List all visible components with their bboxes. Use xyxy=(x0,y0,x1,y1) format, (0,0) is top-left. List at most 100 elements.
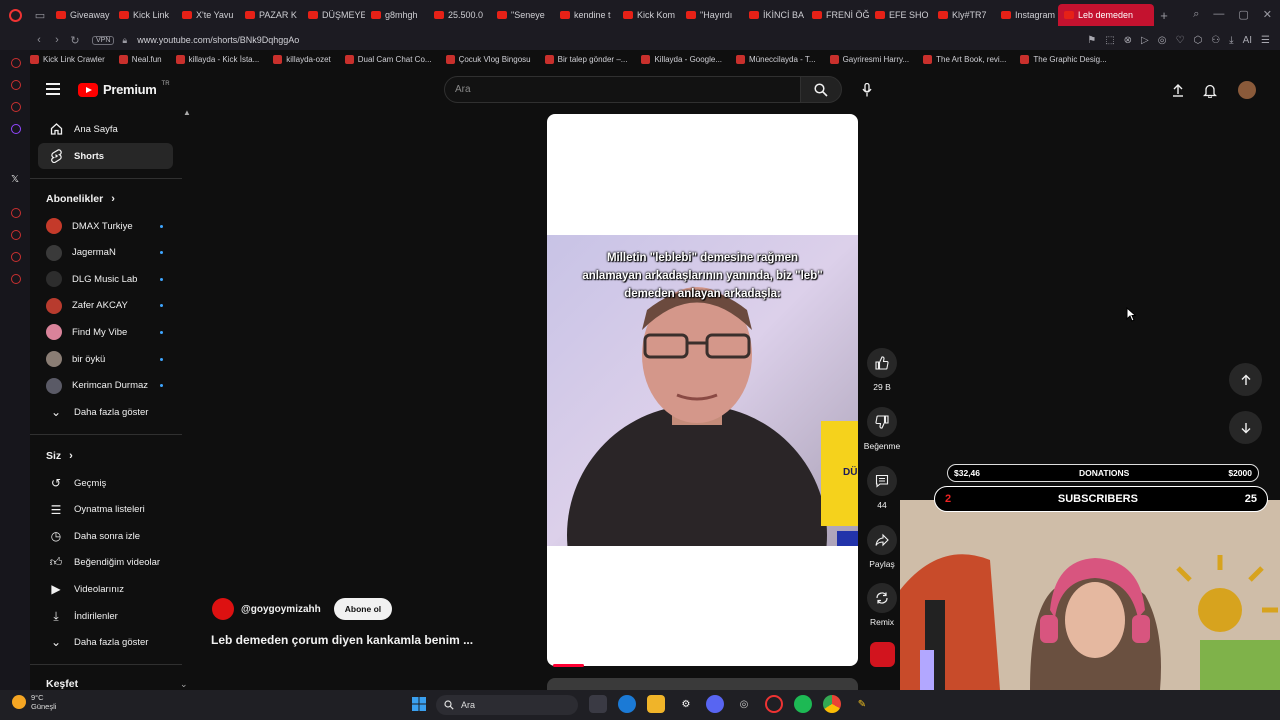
extensions-icon[interactable]: ⬡ xyxy=(1193,35,1202,46)
x-icon[interactable]: 𝕏 xyxy=(11,174,19,185)
youtube-logo[interactable]: Premium TR xyxy=(78,81,170,97)
browser-tab[interactable]: EFE SHO xyxy=(869,4,932,26)
hamburger-menu-icon[interactable] xyxy=(46,83,60,95)
app-icon[interactable]: ✎ xyxy=(853,695,871,713)
bookmark-item[interactable]: Kick Link Crawler xyxy=(30,55,105,64)
subscription-item[interactable]: JagermaN xyxy=(38,240,173,266)
sidebar-item-home[interactable]: Ana Sayfa xyxy=(38,116,173,142)
subscription-item[interactable]: DMAX Turkiye xyxy=(38,213,173,239)
chrome-icon[interactable] xyxy=(823,695,841,713)
sidebar-item-watch-later[interactable]: ◷ Daha sonra izle xyxy=(38,523,173,549)
dislike-button[interactable]: Beğenme xyxy=(862,407,902,451)
notifications-bell-icon[interactable] xyxy=(1201,81,1219,99)
browser-tab[interactable]: FRENİ ÖĞ xyxy=(806,4,869,26)
explore-heading[interactable]: Keşfet xyxy=(46,678,78,690)
taskbar-search[interactable]: Ara xyxy=(436,695,578,715)
sidebar-item-shorts[interactable]: Shorts xyxy=(38,143,173,169)
edge-icon[interactable] xyxy=(618,695,636,713)
subscription-item[interactable]: Kerimcan Durmaz xyxy=(38,373,173,399)
subscriptions-heading[interactable]: Abonelikler › xyxy=(46,193,115,205)
browser-tab[interactable]: Instagram xyxy=(995,4,1058,26)
history-sidebar-icon[interactable] xyxy=(11,230,21,240)
next-short-button[interactable] xyxy=(1229,411,1262,444)
music-icon[interactable] xyxy=(11,208,21,218)
wallet-icon[interactable]: ⚇ xyxy=(1211,35,1220,46)
short-video-player[interactable]: Milletin "leblebi" demesine rağmen anlam… xyxy=(547,114,858,666)
bookmark-item[interactable]: killayda - Kick İsta... xyxy=(175,55,259,64)
voice-search-button[interactable] xyxy=(855,78,879,102)
weather-widget[interactable]: 9°C Güneşli xyxy=(12,693,56,711)
collections-icon[interactable]: ◎ xyxy=(1158,35,1167,46)
subscription-item[interactable]: Find My Vibe xyxy=(38,319,173,345)
like-button[interactable]: 29 B xyxy=(862,348,902,392)
opera-logo-icon[interactable] xyxy=(0,0,30,30)
new-tab-icon[interactable]: + xyxy=(1154,8,1174,23)
you-heading[interactable]: Siz › xyxy=(46,450,73,462)
vpn-badge[interactable]: VPN xyxy=(92,35,115,45)
minimize-icon[interactable]: — xyxy=(1213,8,1224,21)
browser-tab[interactable]: İKİNCİ BA xyxy=(743,4,806,26)
sidebar-item-liked[interactable]: 👍︎ Beğendiğim videolar xyxy=(38,550,173,576)
remix-button[interactable]: Remix xyxy=(862,583,902,627)
spotify-icon[interactable] xyxy=(794,695,812,713)
subscription-item[interactable]: DLG Music Lab xyxy=(38,266,173,292)
search-button[interactable] xyxy=(800,76,842,103)
channel-name[interactable]: @goygoymizahh xyxy=(241,604,321,615)
video-title[interactable]: Leb demeden çorum diyen kankamla benim .… xyxy=(211,633,473,647)
settings-icon[interactable] xyxy=(11,274,21,284)
opera-ai-icon[interactable] xyxy=(11,58,21,68)
ai-icon[interactable]: AI xyxy=(1243,35,1252,46)
close-window-icon[interactable]: ✕ xyxy=(1263,8,1272,21)
browser-tab[interactable]: Kick Kom xyxy=(617,4,680,26)
browser-tab[interactable]: 25.500.0 xyxy=(428,4,491,26)
chevron-down-icon[interactable]: ⌄ xyxy=(180,679,188,690)
you-show-more[interactable]: ⌄ Daha fazla göster xyxy=(38,629,173,655)
settings-gear-icon[interactable]: ⚙ xyxy=(677,695,695,713)
url-field[interactable]: www.youtube.com/shorts/BNk9DqhggAo xyxy=(137,35,299,45)
upload-icon[interactable] xyxy=(1169,81,1187,99)
task-view-icon[interactable] xyxy=(589,695,607,713)
sidebar-item-your-videos[interactable]: ▶ Videolarınız xyxy=(38,576,173,602)
browser-tab[interactable]: Kick Link xyxy=(113,4,176,26)
sidebar-item-history[interactable]: ↺ Geçmiş xyxy=(38,470,173,496)
search-tabs-icon[interactable]: ⌕ xyxy=(1193,8,1199,21)
reload-icon[interactable]: ↻ xyxy=(66,34,84,47)
subscription-item[interactable]: Zafer AKCAY xyxy=(38,293,173,319)
maximize-icon[interactable]: ▢ xyxy=(1238,8,1248,21)
tab-overview-icon[interactable]: ▭ xyxy=(30,9,50,22)
pinboard-icon[interactable] xyxy=(11,252,21,262)
subscription-item[interactable]: bir öykü xyxy=(38,346,173,372)
channel-avatar[interactable] xyxy=(212,598,234,620)
browser-tab[interactable]: X'te Yavu xyxy=(176,4,239,26)
opera-taskbar-icon[interactable] xyxy=(765,695,783,713)
adblock-icon[interactable]: ⊗ xyxy=(1124,35,1132,46)
browser-tab[interactable]: "Seneye xyxy=(491,4,554,26)
windows-start-icon[interactable] xyxy=(410,695,428,713)
sound-thumbnail[interactable] xyxy=(870,642,895,667)
sidebar-item-playlist[interactable]: ☰ Oynatma listeleri xyxy=(38,497,173,523)
bookmark-item[interactable]: Bir talep gönder –... xyxy=(544,55,627,64)
share-button[interactable]: Paylaş xyxy=(862,525,902,569)
browser-tab[interactable]: kendine t xyxy=(554,4,617,26)
menu-icon[interactable]: ☰ xyxy=(1261,35,1270,46)
browser-tab[interactable]: g8mhgh xyxy=(365,4,428,26)
previous-short-button[interactable] xyxy=(1229,363,1262,396)
bookmark-page-icon[interactable]: ⚑ xyxy=(1087,35,1096,46)
sidebar-scroll-up-icon[interactable]: ▲ xyxy=(183,108,191,117)
heart-icon[interactable]: ♡ xyxy=(1175,35,1184,46)
next-short-preview[interactable] xyxy=(547,678,858,690)
subs-show-more[interactable]: ⌄ Daha fazla göster xyxy=(38,399,173,425)
bookmark-item[interactable]: Dual Cam Chat Co... xyxy=(344,55,432,64)
messenger-icon[interactable] xyxy=(11,80,21,90)
download-bar-icon[interactable]: ⤓ xyxy=(1229,35,1233,46)
bookmark-item[interactable]: killayda-ozet xyxy=(273,55,331,64)
discord-icon[interactable] xyxy=(706,695,724,713)
forward-icon[interactable]: › xyxy=(48,34,66,46)
bookmark-item[interactable]: The Graphic Desig... xyxy=(1020,55,1107,64)
twitch-icon[interactable] xyxy=(11,124,21,134)
account-avatar[interactable] xyxy=(1238,81,1256,99)
browser-tab[interactable]: Giveaway xyxy=(50,4,113,26)
browser-tab[interactable]: Kly#TR7 xyxy=(932,4,995,26)
back-icon[interactable]: ‹ xyxy=(30,34,48,46)
bookmark-item[interactable]: Müneccilayda - T... xyxy=(736,55,816,64)
